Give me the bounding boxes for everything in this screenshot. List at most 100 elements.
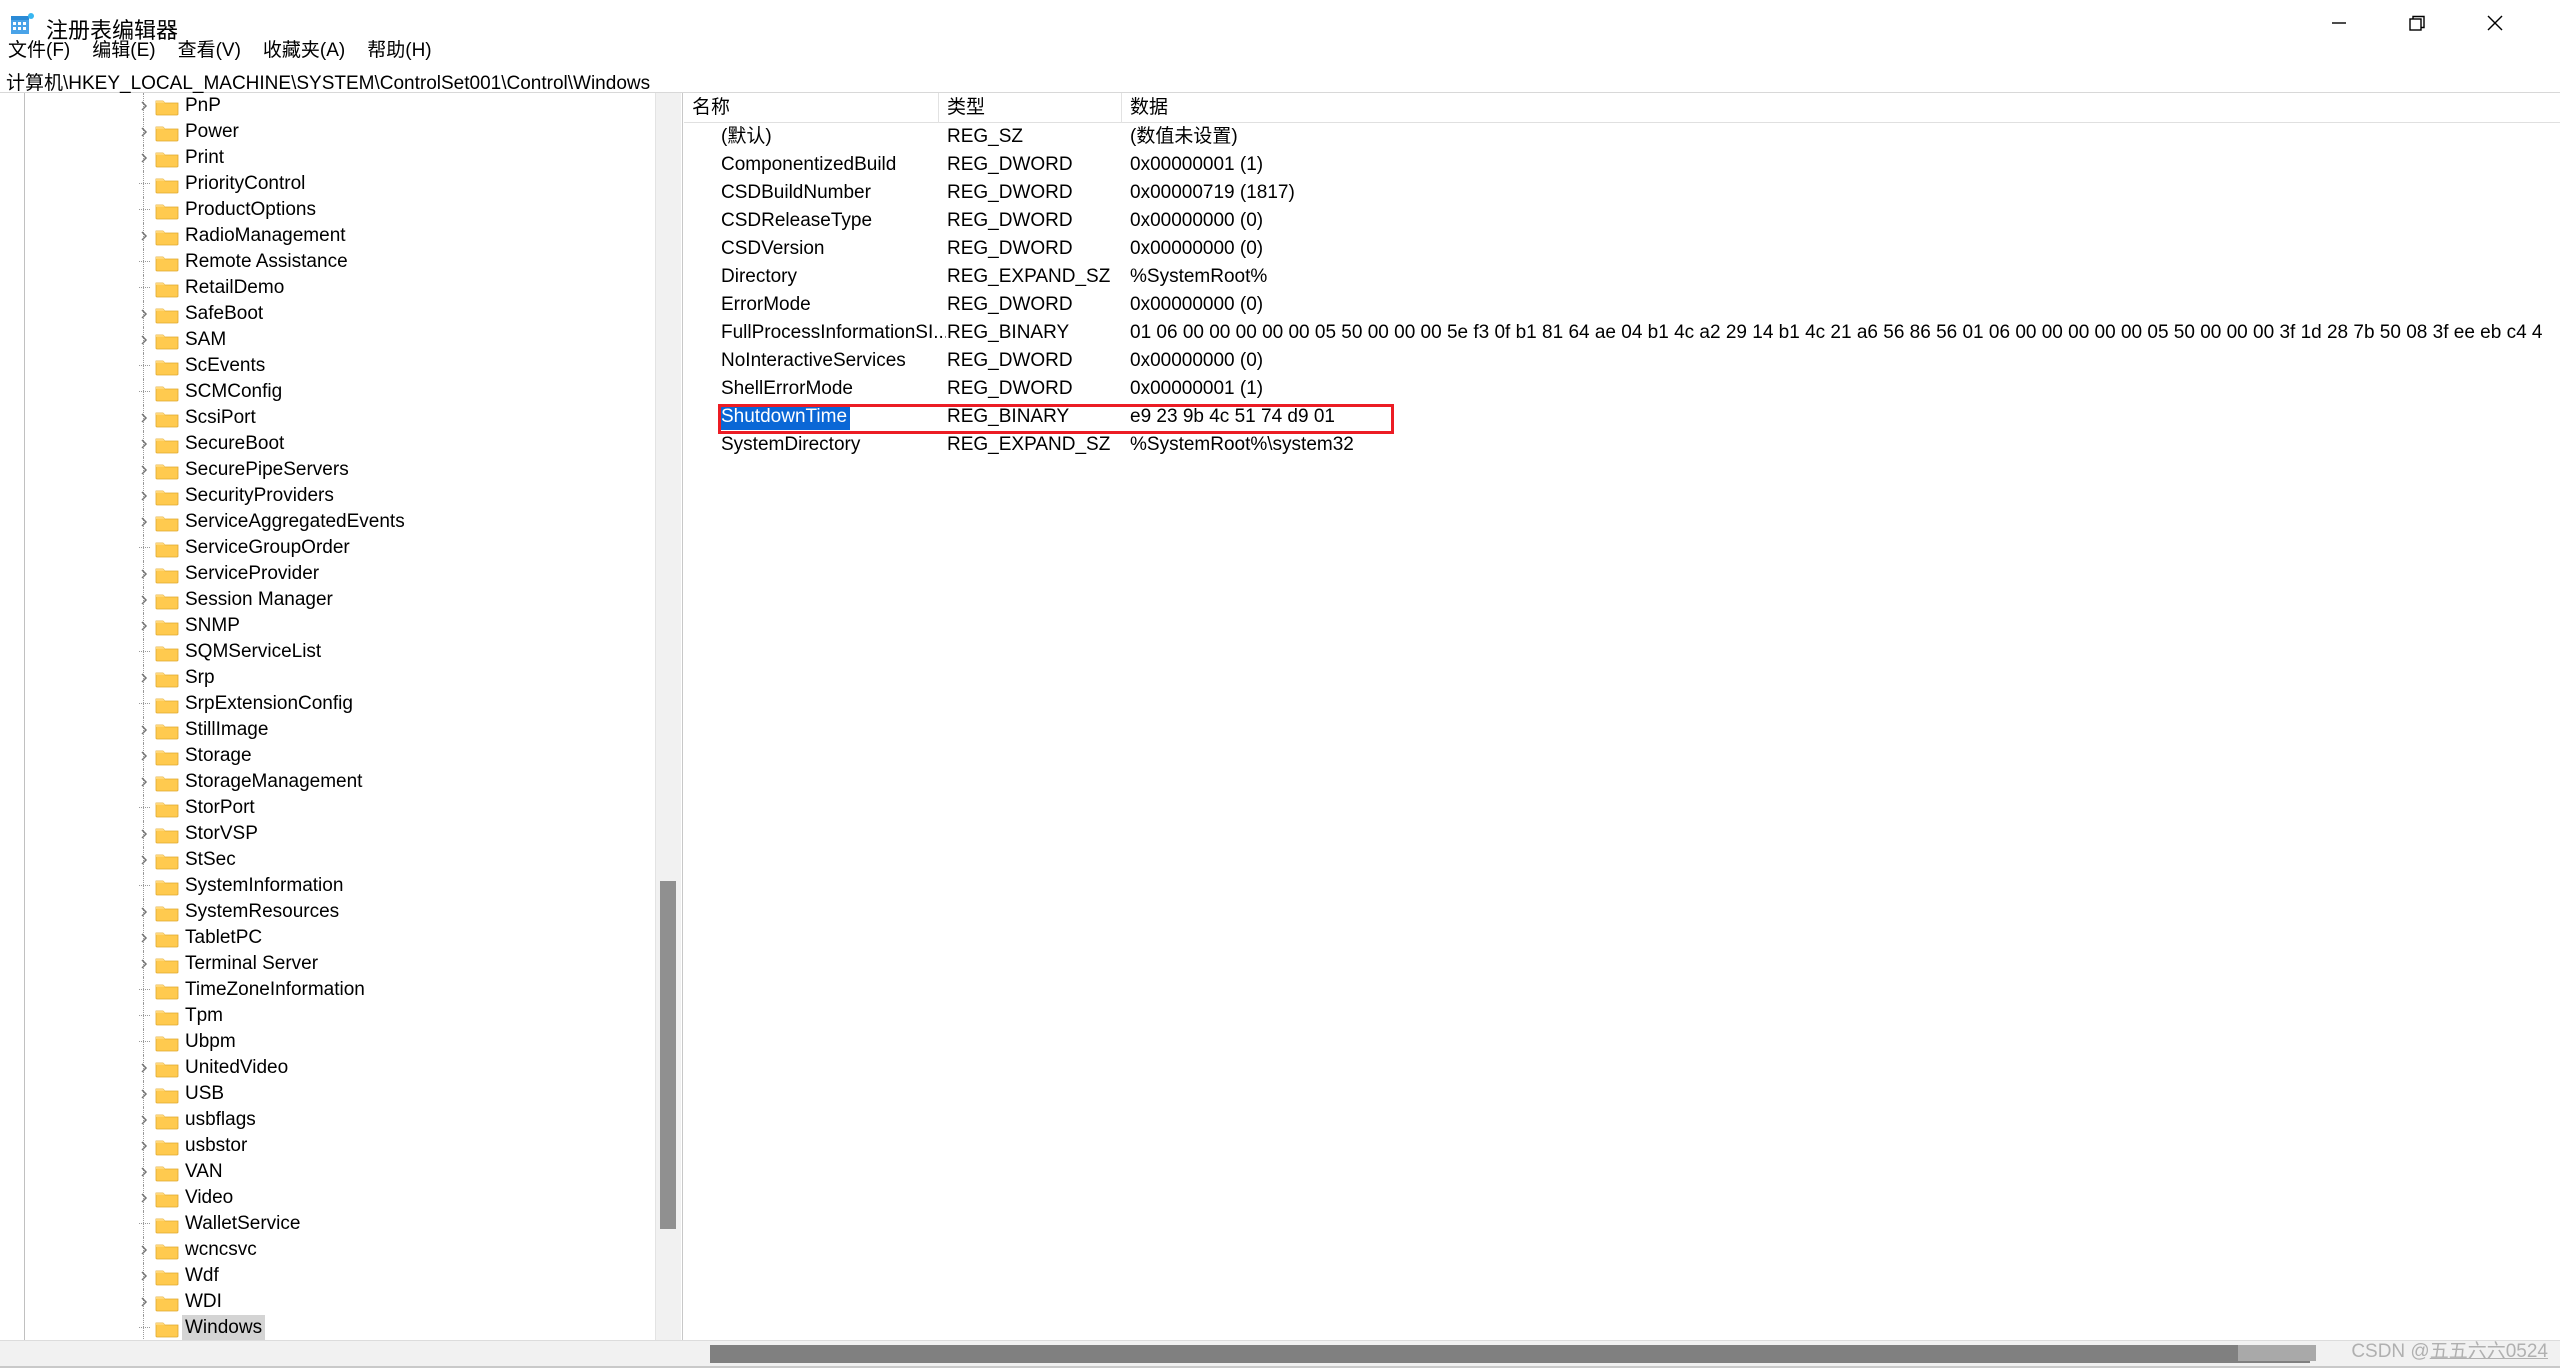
value-name-cell[interactable]: 011110NoInteractiveServices bbox=[692, 347, 946, 375]
horizontal-scrollbar-thumb[interactable] bbox=[710, 1345, 2310, 1363]
chevron-right-icon[interactable] bbox=[133, 1185, 155, 1211]
value-name-cell[interactable]: 011110ComponentizedBuild bbox=[692, 151, 946, 179]
tree-item-power[interactable]: Power bbox=[0, 119, 660, 145]
chevron-right-icon[interactable] bbox=[133, 93, 155, 119]
tree-item-srpextensionconfig[interactable]: SrpExtensionConfig bbox=[0, 691, 660, 717]
table-row[interactable]: 011110ComponentizedBuildREG_DWORD0x00000… bbox=[684, 151, 2560, 179]
table-row[interactable]: 011110CSDVersionREG_DWORD0x00000000 (0) bbox=[684, 235, 2560, 263]
tree-item-radiomanagement[interactable]: RadioManagement bbox=[0, 223, 660, 249]
tree-item-retaildemo[interactable]: RetailDemo bbox=[0, 275, 660, 301]
tree-item-productoptions[interactable]: ProductOptions bbox=[0, 197, 660, 223]
chevron-right-icon[interactable] bbox=[133, 457, 155, 483]
chevron-right-icon[interactable] bbox=[133, 327, 155, 353]
menu-edit[interactable]: 编辑(E) bbox=[92, 38, 155, 64]
tree-item-print[interactable]: Print bbox=[0, 145, 660, 171]
column-header-data[interactable]: 数据 bbox=[1122, 93, 2560, 123]
table-row[interactable]: 011110ErrorModeREG_DWORD0x00000000 (0) bbox=[684, 291, 2560, 319]
tree-item-ubpm[interactable]: Ubpm bbox=[0, 1029, 660, 1055]
chevron-right-icon[interactable] bbox=[133, 587, 155, 613]
tree-item-snmp[interactable]: SNMP bbox=[0, 613, 660, 639]
tree-item-stsec[interactable]: StSec bbox=[0, 847, 660, 873]
tree-item-secureboot[interactable]: SecureBoot bbox=[0, 431, 660, 457]
chevron-right-icon[interactable] bbox=[133, 509, 155, 535]
chevron-right-icon[interactable] bbox=[133, 899, 155, 925]
tree-item-servicegrouporder[interactable]: ServiceGroupOrder bbox=[0, 535, 660, 561]
chevron-right-icon[interactable] bbox=[133, 561, 155, 587]
chevron-right-icon[interactable] bbox=[133, 1159, 155, 1185]
chevron-right-icon[interactable] bbox=[133, 743, 155, 769]
value-name-cell[interactable]: 011110ShutdownTime bbox=[692, 403, 946, 431]
tree-item-van[interactable]: VAN bbox=[0, 1159, 660, 1185]
tree-item-safeboot[interactable]: SafeBoot bbox=[0, 301, 660, 327]
menu-view[interactable]: 查看(V) bbox=[178, 38, 241, 64]
chevron-right-icon[interactable] bbox=[133, 1289, 155, 1315]
table-row[interactable]: 011110FullProcessInformationSI...REG_BIN… bbox=[684, 319, 2560, 347]
chevron-right-icon[interactable] bbox=[133, 431, 155, 457]
tree-item-pnp[interactable]: PnP bbox=[0, 93, 660, 119]
tree-item-storport[interactable]: StorPort bbox=[0, 795, 660, 821]
chevron-right-icon[interactable] bbox=[133, 1237, 155, 1263]
chevron-right-icon[interactable] bbox=[133, 301, 155, 327]
chevron-right-icon[interactable] bbox=[133, 223, 155, 249]
chevron-right-icon[interactable] bbox=[133, 1263, 155, 1289]
menu-file[interactable]: 文件(F) bbox=[8, 38, 70, 64]
table-row[interactable]: 011110ShellErrorModeREG_DWORD0x00000001 … bbox=[684, 375, 2560, 403]
column-header-name[interactable]: 名称 bbox=[684, 93, 939, 123]
tree-item-remote-assistance[interactable]: Remote Assistance bbox=[0, 249, 660, 275]
value-name-cell[interactable]: 011110FullProcessInformationSI... bbox=[692, 319, 946, 347]
tree-item-tpm[interactable]: Tpm bbox=[0, 1003, 660, 1029]
tree-item-storagemanagement[interactable]: StorageManagement bbox=[0, 769, 660, 795]
table-row[interactable]: 011110CSDReleaseTypeREG_DWORD0x00000000 … bbox=[684, 207, 2560, 235]
tree-item-windows[interactable]: Windows bbox=[0, 1315, 660, 1341]
tree-item-securityproviders[interactable]: SecurityProviders bbox=[0, 483, 660, 509]
tree-item-usbstor[interactable]: usbstor bbox=[0, 1133, 660, 1159]
menu-help[interactable]: 帮助(H) bbox=[367, 38, 431, 64]
tree-item-walletservice[interactable]: WalletService bbox=[0, 1211, 660, 1237]
tree-item-systeminformation[interactable]: SystemInformation bbox=[0, 873, 660, 899]
tree-item-scsiport[interactable]: ScsiPort bbox=[0, 405, 660, 431]
value-name-cell[interactable]: 011110ErrorMode bbox=[692, 291, 946, 319]
chevron-right-icon[interactable] bbox=[133, 1055, 155, 1081]
chevron-right-icon[interactable] bbox=[133, 847, 155, 873]
tree-item-serviceaggregatedevents[interactable]: ServiceAggregatedEvents bbox=[0, 509, 660, 535]
tree-item-scevents[interactable]: ScEvents bbox=[0, 353, 660, 379]
tree-item-wcncsvc[interactable]: wcncsvc bbox=[0, 1237, 660, 1263]
tree-item-wdf[interactable]: Wdf bbox=[0, 1263, 660, 1289]
chevron-right-icon[interactable] bbox=[133, 483, 155, 509]
chevron-right-icon[interactable] bbox=[133, 1107, 155, 1133]
chevron-right-icon[interactable] bbox=[133, 1081, 155, 1107]
tree-item-video[interactable]: Video bbox=[0, 1185, 660, 1211]
chevron-right-icon[interactable] bbox=[133, 405, 155, 431]
chevron-right-icon[interactable] bbox=[133, 717, 155, 743]
tree-item-usbflags[interactable]: usbflags bbox=[0, 1107, 660, 1133]
tree-item-storvsp[interactable]: StorVSP bbox=[0, 821, 660, 847]
value-name-cell[interactable]: 011110ShellErrorMode bbox=[692, 375, 946, 403]
value-name-cell[interactable]: abDirectory bbox=[692, 263, 946, 291]
value-name-cell[interactable]: 011110CSDReleaseType bbox=[692, 207, 946, 235]
chevron-right-icon[interactable] bbox=[133, 119, 155, 145]
chevron-right-icon[interactable] bbox=[133, 1133, 155, 1159]
tree-item-sam[interactable]: SAM bbox=[0, 327, 660, 353]
value-name-cell[interactable]: ab(默认) bbox=[692, 123, 946, 151]
tree-item-srp[interactable]: Srp bbox=[0, 665, 660, 691]
tree-item-timezoneinformation[interactable]: TimeZoneInformation bbox=[0, 977, 660, 1003]
table-row[interactable]: abDirectoryREG_EXPAND_SZ%SystemRoot% bbox=[684, 263, 2560, 291]
tree-item-stillimage[interactable]: StillImage bbox=[0, 717, 660, 743]
tree-item-unitedvideo[interactable]: UnitedVideo bbox=[0, 1055, 660, 1081]
menu-favorites[interactable]: 收藏夹(A) bbox=[263, 38, 345, 64]
chevron-right-icon[interactable] bbox=[133, 925, 155, 951]
column-header-type[interactable]: 类型 bbox=[939, 93, 1122, 123]
table-row[interactable]: 011110CSDBuildNumberREG_DWORD0x00000719 … bbox=[684, 179, 2560, 207]
value-name-cell[interactable]: abSystemDirectory bbox=[692, 431, 946, 459]
tree-item-systemresources[interactable]: SystemResources bbox=[0, 899, 660, 925]
table-row[interactable]: ab(默认)REG_SZ(数值未设置) bbox=[684, 123, 2560, 151]
tree-item-prioritycontrol[interactable]: PriorityControl bbox=[0, 171, 660, 197]
value-name-cell[interactable]: 011110CSDBuildNumber bbox=[692, 179, 946, 207]
chevron-right-icon[interactable] bbox=[133, 145, 155, 171]
registry-tree-pane[interactable]: PnPPowerPrintPriorityControlProductOptio… bbox=[0, 93, 683, 1368]
tree-item-wdi[interactable]: WDI bbox=[0, 1289, 660, 1315]
chevron-right-icon[interactable] bbox=[133, 613, 155, 639]
tree-item-sqmservicelist[interactable]: SQMServiceList bbox=[0, 639, 660, 665]
table-row[interactable]: 011110ShutdownTimeREG_BINARYe9 23 9b 4c … bbox=[684, 403, 2560, 431]
tree-item-storage[interactable]: Storage bbox=[0, 743, 660, 769]
